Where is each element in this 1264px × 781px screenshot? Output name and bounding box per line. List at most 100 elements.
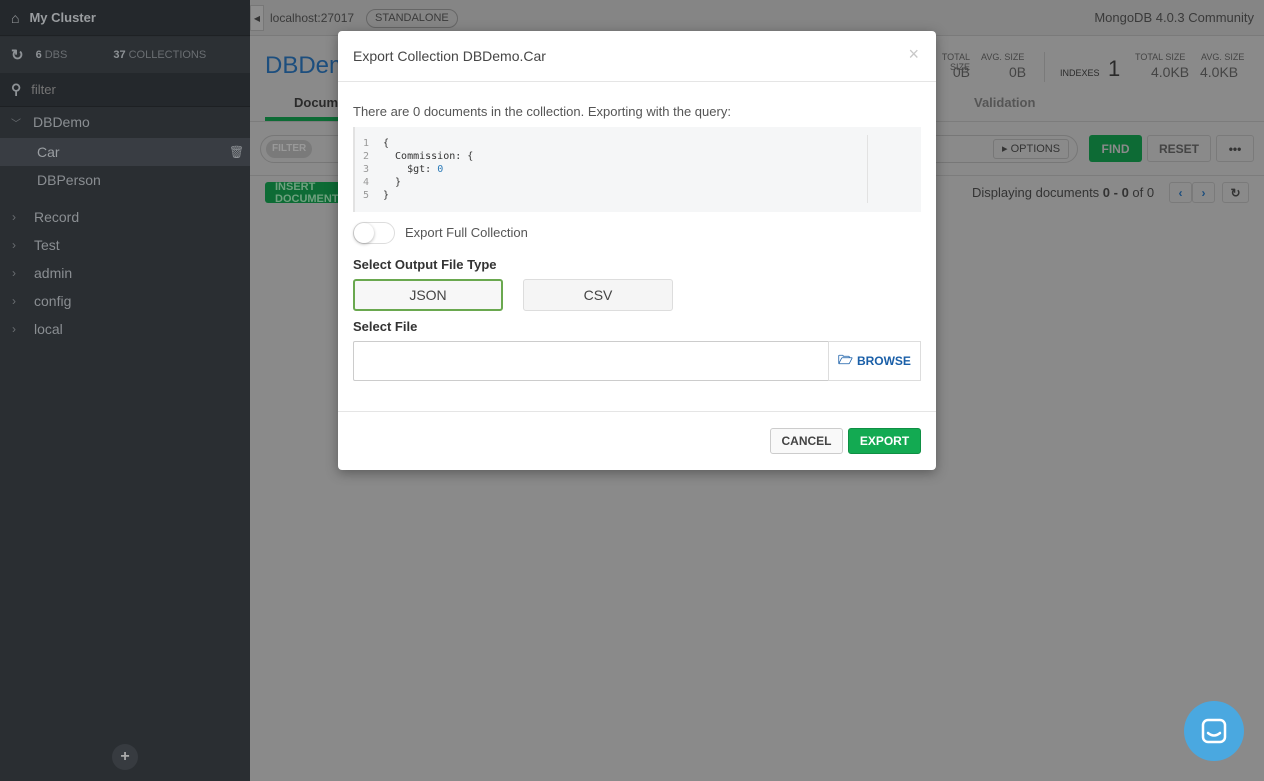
db-name: DBDemo — [33, 114, 90, 130]
sidebar-collection-dbperson[interactable]: DBPerson — [0, 166, 250, 194]
trash-icon[interactable]: 🗑 — [229, 145, 244, 159]
sidebar-db-dbdemo[interactable]: ﹀ DBDemo — [0, 108, 250, 136]
chat-launcher-button[interactable] — [1184, 701, 1244, 761]
collections-count: 37 — [113, 49, 126, 61]
indexes-label: INDEXES — [1060, 68, 1100, 78]
json-type-button[interactable]: JSON — [353, 279, 503, 311]
sidebar-db-local[interactable]: › local — [0, 315, 250, 343]
line-number: 4 — [363, 177, 370, 188]
cluster-stats: ↻ 6 DBS 37 COLLECTIONS — [0, 37, 250, 73]
file-type-label: Select Output File Type — [353, 257, 497, 272]
index-avg-size-label: AVG. SIZE — [1201, 52, 1245, 62]
chevron-right-icon: › — [12, 266, 16, 280]
db-name: Record — [34, 209, 80, 225]
index-total-size-value: 4.0KB — [1151, 64, 1190, 80]
file-path-input[interactable] — [353, 341, 829, 381]
folder-open-icon: 🗁 — [838, 352, 853, 367]
search-icon: ⚲ — [11, 81, 22, 97]
sidebar: ⌂ My Cluster ↻ 6 DBS 37 COLLECTIONS ⚲ ﹀ … — [0, 0, 250, 781]
close-icon[interactable]: × — [908, 44, 919, 65]
options-button[interactable]: ▸ OPTIONS — [993, 139, 1070, 159]
previous-page-button[interactable]: ‹ — [1169, 182, 1192, 203]
toggle-label: Export Full Collection — [405, 225, 528, 240]
cluster-header[interactable]: ⌂ My Cluster — [0, 0, 250, 36]
sidebar-collection-car[interactable]: Car 🗑 — [0, 138, 250, 166]
collection-name: DBPerson — [37, 172, 101, 188]
line-text: } — [383, 177, 402, 188]
find-button[interactable]: FIND — [1089, 135, 1142, 162]
db-name: admin — [34, 265, 73, 281]
sidebar-db-admin[interactable]: › admin — [0, 259, 250, 287]
home-icon: ⌂ — [11, 9, 20, 26]
chevron-right-icon: › — [12, 210, 16, 224]
collection-name: Car — [37, 144, 60, 160]
filter-badge: FILTER — [266, 140, 313, 158]
filter-input[interactable] — [31, 82, 212, 97]
refresh-icon[interactable]: ↻ — [11, 46, 24, 64]
browse-label: BROWSE — [856, 354, 911, 368]
db-name: config — [34, 293, 72, 309]
dbs-count: 6 — [35, 49, 42, 61]
csv-type-button[interactable]: CSV — [523, 279, 673, 311]
filter-row: ⚲ — [0, 73, 250, 107]
index-total-size-label: TOTAL SIZE — [1135, 52, 1186, 62]
chevron-right-icon: › — [12, 322, 16, 336]
tab-validation[interactable]: Validation — [974, 95, 1035, 110]
export-collection-modal: Export Collection DBDemo.Car × There are… — [338, 31, 936, 470]
query-line: 5} — [363, 189, 921, 202]
display-suffix: of 0 — [1128, 185, 1155, 200]
collapse-sidebar-button[interactable]: ◀ — [250, 5, 264, 31]
topology-badge: STANDALONE — [366, 9, 458, 28]
browse-button[interactable]: 🗁 BROWSE — [828, 341, 921, 381]
line-number: 3 — [363, 164, 370, 175]
editor-gutter-line — [867, 135, 868, 203]
index-avg-size-value: 4.0KB — [1200, 64, 1239, 80]
stats-divider — [1044, 52, 1045, 82]
sidebar-db-test[interactable]: › Test — [0, 231, 250, 259]
toggle-knob — [354, 223, 374, 243]
refresh-documents-button[interactable]: ↻ — [1222, 182, 1249, 203]
query-editor[interactable]: 1{ 2 Commission: { 3 $gt: 0 4 } 5} — [353, 127, 921, 212]
modal-title: Export Collection DBDemo.Car — [353, 48, 546, 64]
chevron-down-icon: ﹀ — [11, 118, 21, 130]
select-file-label: Select File — [353, 319, 418, 334]
cluster-name: My Cluster — [29, 10, 96, 25]
line-text: Commission: { — [383, 151, 474, 162]
header-divider — [338, 81, 936, 82]
display-range: 0 - 0 — [1102, 185, 1129, 200]
more-options-button[interactable]: ••• — [1216, 135, 1254, 162]
line-number: 5 — [363, 190, 370, 201]
cancel-button[interactable]: CANCEL — [770, 428, 843, 454]
export-button[interactable]: EXPORT — [848, 428, 921, 454]
query-line: 4 } — [363, 176, 921, 189]
next-page-button[interactable]: › — [1192, 182, 1215, 203]
dbs-label: DBS — [44, 49, 68, 61]
query-line: 2 Commission: { — [363, 150, 921, 163]
version-label: MongoDB 4.0.3 Community — [1094, 10, 1254, 25]
query-line: 3 $gt: 0 — [363, 163, 921, 176]
chat-icon — [1201, 718, 1227, 744]
options-label: OPTIONS — [1010, 143, 1061, 155]
avg-size-value: 0B — [1009, 64, 1027, 80]
line-text: { — [383, 138, 390, 149]
indexes-count: 1 — [1108, 56, 1121, 81]
sidebar-db-config[interactable]: › config — [0, 287, 250, 315]
line-number: 2 — [363, 151, 370, 162]
db-name: local — [34, 321, 63, 337]
query-line: 1{ — [363, 137, 921, 150]
line-number-value: 0 — [437, 164, 444, 175]
avg-size-label: AVG. SIZE — [981, 52, 1025, 62]
add-database-button[interactable]: + — [112, 744, 138, 770]
pagination-status: Displaying documents 0 - 0 of 0 — [972, 185, 1154, 200]
footer-divider — [338, 411, 936, 412]
db-name: Test — [34, 237, 60, 253]
export-full-collection-toggle[interactable] — [353, 222, 395, 244]
chevron-right-icon: › — [12, 294, 16, 308]
reset-button[interactable]: RESET — [1147, 135, 1211, 162]
line-text: $gt: — [383, 164, 438, 175]
sidebar-db-record[interactable]: › Record — [0, 203, 250, 231]
host-label: localhost:27017 — [270, 11, 355, 25]
collections-label: COLLECTIONS — [128, 49, 207, 61]
chevron-right-icon: › — [12, 238, 16, 252]
display-prefix: Displaying documents — [972, 185, 1103, 200]
